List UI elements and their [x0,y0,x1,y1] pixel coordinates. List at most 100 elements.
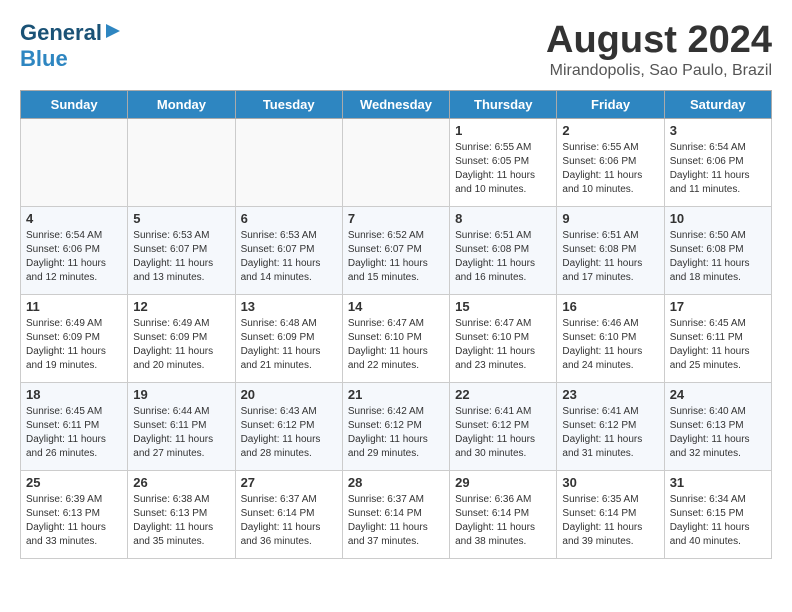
day-number: 27 [241,475,337,490]
day-info: Sunrise: 6:54 AM Sunset: 6:06 PM Dayligh… [26,229,122,285]
day-info: Sunrise: 6:52 AM Sunset: 6:07 PM Dayligh… [348,229,444,285]
day-number: 2 [562,123,658,138]
day-number: 20 [241,387,337,402]
day-number: 7 [348,211,444,226]
day-info: Sunrise: 6:40 AM Sunset: 6:13 PM Dayligh… [670,405,766,461]
calendar-day: 31 Sunrise: 6:34 AM Sunset: 6:15 PM Dayli… [664,470,771,558]
day-info: Sunrise: 6:43 AM Sunset: 6:12 PM Dayligh… [241,405,337,461]
day-number: 29 [455,475,551,490]
calendar-day: 29 Sunrise: 6:36 AM Sunset: 6:14 PM Dayli… [450,470,557,558]
day-info: Sunrise: 6:35 AM Sunset: 6:14 PM Dayligh… [562,493,658,549]
logo-arrow-icon [104,22,122,45]
calendar-day: 28Sunrise: 6:37 AM Sunset: 6:14 PM Dayli… [342,470,449,558]
day-header-wednesday: Wednesday [342,90,449,118]
calendar-day: 6 Sunrise: 6:53 AM Sunset: 6:07 PM Daylig… [235,206,342,294]
calendar-day: 10 Sunrise: 6:50 AM Sunset: 6:08 PM Dayli… [664,206,771,294]
day-number: 30 [562,475,658,490]
calendar-day: 24Sunrise: 6:40 AM Sunset: 6:13 PM Dayli… [664,382,771,470]
day-number: 1 [455,123,551,138]
day-info: Sunrise: 6:34 AM Sunset: 6:15 PM Dayligh… [670,493,766,549]
day-info: Sunrise: 6:55 AM Sunset: 6:06 PM Dayligh… [562,141,658,197]
calendar-day: 30 Sunrise: 6:35 AM Sunset: 6:14 PM Dayli… [557,470,664,558]
calendar-day: 18 Sunrise: 6:45 AM Sunset: 6:11 PM Dayli… [21,382,128,470]
day-info: Sunrise: 6:41 AM Sunset: 6:12 PM Dayligh… [455,405,551,461]
day-info: Sunrise: 6:45 AM Sunset: 6:11 PM Dayligh… [670,317,766,373]
day-info: Sunrise: 6:50 AM Sunset: 6:08 PM Dayligh… [670,229,766,285]
day-number: 10 [670,211,766,226]
calendar-day: 2 Sunrise: 6:55 AM Sunset: 6:06 PM Daylig… [557,118,664,206]
page-header: General Blue August 2024 Mirandopolis, S… [20,20,772,80]
calendar-day [128,118,235,206]
calendar-day: 7 Sunrise: 6:52 AM Sunset: 6:07 PM Daylig… [342,206,449,294]
day-number: 31 [670,475,766,490]
day-number: 18 [26,387,122,402]
calendar-day: 4Sunrise: 6:54 AM Sunset: 6:06 PM Daylig… [21,206,128,294]
calendar-week-5: 25 Sunrise: 6:39 AM Sunset: 6:13 PM Dayli… [21,470,772,558]
day-info: Sunrise: 6:53 AM Sunset: 6:07 PM Dayligh… [241,229,337,285]
day-number: 23 [562,387,658,402]
day-info: Sunrise: 6:49 AM Sunset: 6:09 PM Dayligh… [26,317,122,373]
day-info: Sunrise: 6:46 AM Sunset: 6:10 PM Dayligh… [562,317,658,373]
day-info: Sunrise: 6:53 AM Sunset: 6:07 PM Dayligh… [133,229,229,285]
calendar-header: SundayMondayTuesdayWednesdayThursdayFrid… [21,90,772,118]
day-number: 5 [133,211,229,226]
day-info: Sunrise: 6:54 AM Sunset: 6:06 PM Dayligh… [670,141,766,197]
calendar-day: 26Sunrise: 6:38 AM Sunset: 6:13 PM Dayli… [128,470,235,558]
calendar-table: SundayMondayTuesdayWednesdayThursdayFrid… [20,90,772,559]
day-header-saturday: Saturday [664,90,771,118]
day-number: 12 [133,299,229,314]
logo-blue: Blue [20,46,68,71]
calendar-day: 27 Sunrise: 6:37 AM Sunset: 6:14 PM Dayli… [235,470,342,558]
day-number: 8 [455,211,551,226]
day-number: 28 [348,475,444,490]
calendar-week-3: 11 Sunrise: 6:49 AM Sunset: 6:09 PM Dayli… [21,294,772,382]
calendar-day: 3 Sunrise: 6:54 AM Sunset: 6:06 PM Daylig… [664,118,771,206]
day-number: 14 [348,299,444,314]
day-info: Sunrise: 6:45 AM Sunset: 6:11 PM Dayligh… [26,405,122,461]
day-info: Sunrise: 6:55 AM Sunset: 6:05 PM Dayligh… [455,141,551,197]
calendar-day: 1 Sunrise: 6:55 AM Sunset: 6:05 PM Daylig… [450,118,557,206]
logo-general: General [20,20,102,46]
day-number: 11 [26,299,122,314]
day-info: Sunrise: 6:47 AM Sunset: 6:10 PM Dayligh… [455,317,551,373]
title-section: August 2024 Mirandopolis, Sao Paulo, Bra… [546,20,772,80]
day-info: Sunrise: 6:51 AM Sunset: 6:08 PM Dayligh… [562,229,658,285]
day-number: 16 [562,299,658,314]
day-number: 9 [562,211,658,226]
calendar-day: 19Sunrise: 6:44 AM Sunset: 6:11 PM Dayli… [128,382,235,470]
location-title: Mirandopolis, Sao Paulo, Brazil [546,62,772,80]
day-info: Sunrise: 6:38 AM Sunset: 6:13 PM Dayligh… [133,493,229,549]
calendar-day: 15 Sunrise: 6:47 AM Sunset: 6:10 PM Dayli… [450,294,557,382]
day-header-tuesday: Tuesday [235,90,342,118]
calendar-day [342,118,449,206]
calendar-day [21,118,128,206]
day-info: Sunrise: 6:42 AM Sunset: 6:12 PM Dayligh… [348,405,444,461]
day-number: 21 [348,387,444,402]
day-header-thursday: Thursday [450,90,557,118]
calendar-week-4: 18 Sunrise: 6:45 AM Sunset: 6:11 PM Dayli… [21,382,772,470]
day-info: Sunrise: 6:37 AM Sunset: 6:14 PM Dayligh… [241,493,337,549]
calendar-day: 8Sunrise: 6:51 AM Sunset: 6:08 PM Daylig… [450,206,557,294]
day-number: 13 [241,299,337,314]
day-number: 15 [455,299,551,314]
day-info: Sunrise: 6:48 AM Sunset: 6:09 PM Dayligh… [241,317,337,373]
day-number: 6 [241,211,337,226]
calendar-day: 14Sunrise: 6:47 AM Sunset: 6:10 PM Dayli… [342,294,449,382]
day-info: Sunrise: 6:36 AM Sunset: 6:14 PM Dayligh… [455,493,551,549]
day-info: Sunrise: 6:39 AM Sunset: 6:13 PM Dayligh… [26,493,122,549]
calendar-day: 21 Sunrise: 6:42 AM Sunset: 6:12 PM Dayli… [342,382,449,470]
day-number: 3 [670,123,766,138]
calendar-week-2: 4Sunrise: 6:54 AM Sunset: 6:06 PM Daylig… [21,206,772,294]
day-number: 25 [26,475,122,490]
day-info: Sunrise: 6:49 AM Sunset: 6:09 PM Dayligh… [133,317,229,373]
calendar-day: 12 Sunrise: 6:49 AM Sunset: 6:09 PM Dayli… [128,294,235,382]
day-number: 19 [133,387,229,402]
month-title: August 2024 [546,20,772,62]
calendar-day: 9 Sunrise: 6:51 AM Sunset: 6:08 PM Daylig… [557,206,664,294]
calendar-week-1: 1 Sunrise: 6:55 AM Sunset: 6:05 PM Daylig… [21,118,772,206]
calendar-day: 5 Sunrise: 6:53 AM Sunset: 6:07 PM Daylig… [128,206,235,294]
day-header-friday: Friday [557,90,664,118]
day-info: Sunrise: 6:41 AM Sunset: 6:12 PM Dayligh… [562,405,658,461]
calendar-day [235,118,342,206]
calendar-day: 25 Sunrise: 6:39 AM Sunset: 6:13 PM Dayli… [21,470,128,558]
